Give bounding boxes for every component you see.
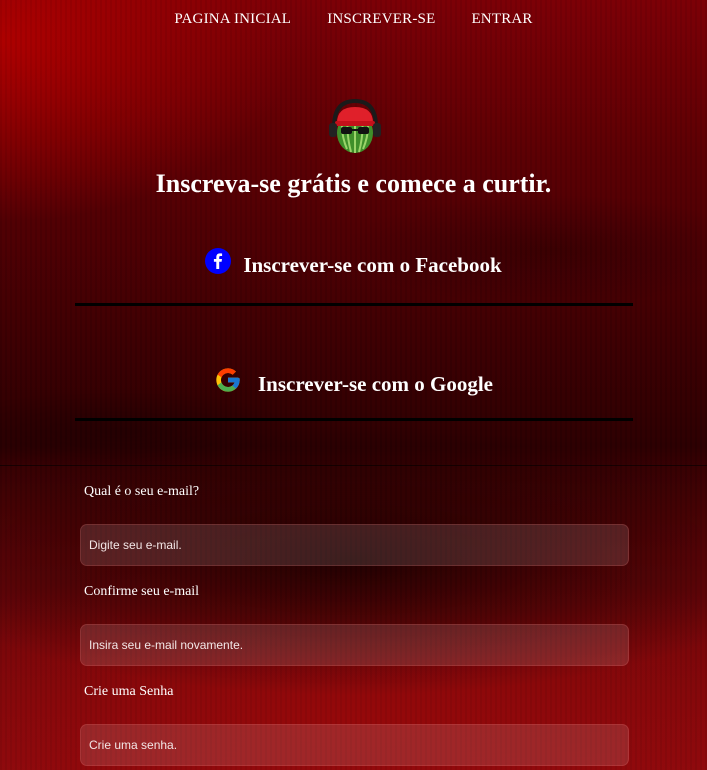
confirm-email-field[interactable] [80, 624, 629, 666]
page-title: Inscreva-se grátis e comece a curtir. [155, 169, 552, 198]
section-divider [0, 465, 707, 466]
facebook-signup-label: Inscrever-se com o Facebook [243, 253, 502, 277]
divider [75, 303, 633, 306]
google-icon [214, 366, 242, 394]
password-field[interactable] [80, 724, 629, 766]
nav-link-home[interactable]: PAGINA INICIAL [174, 11, 291, 28]
email-field[interactable] [80, 524, 629, 566]
nav-link-login[interactable]: ENTRAR [471, 11, 532, 28]
password-label: Crie uma Senha [84, 684, 174, 699]
nav-link-signup[interactable]: INSCREVER-SE [327, 11, 435, 28]
divider [75, 418, 633, 421]
top-nav: PAGINA INICIAL INSCREVER-SE ENTRAR [0, 11, 707, 28]
google-signup-label: Inscrever-se com o Google [257, 372, 493, 396]
facebook-signup-button[interactable]: Inscrever-se com o Facebook [0, 247, 707, 278]
watermelon-headphones-mascot-icon [325, 97, 385, 155]
facebook-icon [205, 247, 232, 274]
google-signup-button[interactable]: Inscrever-se com o Google [0, 367, 707, 397]
email-label: Qual é o seu e-mail? [84, 484, 200, 499]
confirm-email-label: Confirme seu e-mail [84, 584, 200, 599]
